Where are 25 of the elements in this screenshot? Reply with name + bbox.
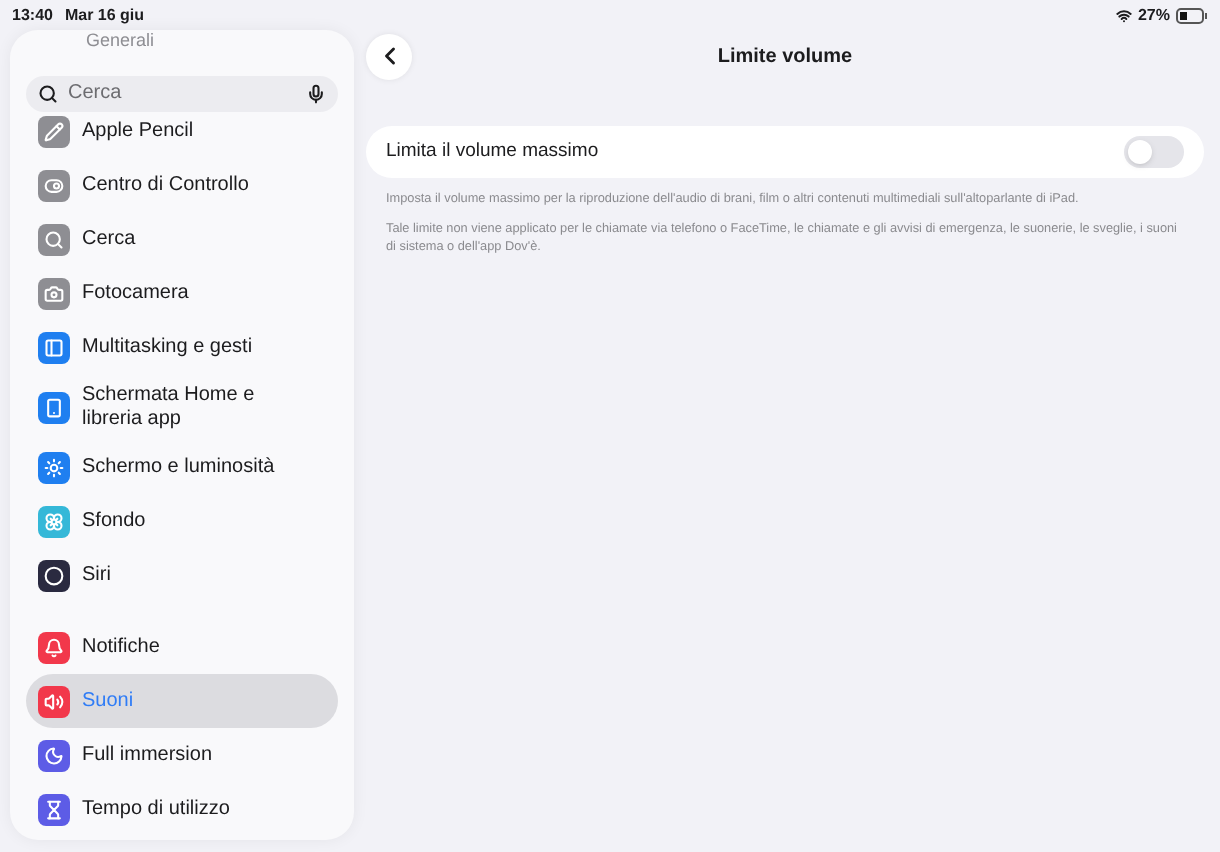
- microphone-icon: [306, 83, 326, 104]
- faded-item: Generali: [86, 31, 155, 50]
- page-title: Limite volume: [717, 43, 853, 71]
- sidebar-item[interactable]: Schermo e luminosità: [26, 440, 338, 494]
- sidebar-item[interactable]: Full immersion: [26, 728, 338, 782]
- toggle-switch[interactable]: [1124, 136, 1184, 168]
- sidebar-item[interactable]: Multitasking e gesti: [26, 320, 338, 374]
- setting-row: Limita il volume massimo: [366, 126, 1204, 178]
- status-time: 13:40: [12, 4, 53, 28]
- sidebar-item[interactable]: Schermata Home e libreria app: [26, 374, 338, 440]
- sidebar-item[interactable]: Siri: [26, 548, 338, 602]
- sidebar-item[interactable]: Cerca: [26, 212, 338, 266]
- search-input[interactable]: Cerca: [68, 78, 296, 109]
- sidebar-item[interactable]: Tempo di utilizzo: [26, 782, 338, 836]
- status-date: Mar 16 giu: [64, 4, 145, 28]
- back-button[interactable]: [366, 33, 412, 79]
- sidebar-item[interactable]: Fotocamera: [26, 266, 338, 320]
- search-field[interactable]: Cerca: [26, 75, 338, 112]
- battery-icon: [1176, 8, 1208, 24]
- sidebar-item[interactable]: Centro di Controllo: [26, 158, 338, 212]
- sidebar-item[interactable]: Sfondo: [26, 494, 338, 548]
- wifi-icon: [1115, 8, 1132, 24]
- sidebar-item[interactable]: Notifiche: [26, 620, 338, 674]
- battery-percent: 27%: [1137, 4, 1170, 28]
- search-icon: [38, 83, 58, 104]
